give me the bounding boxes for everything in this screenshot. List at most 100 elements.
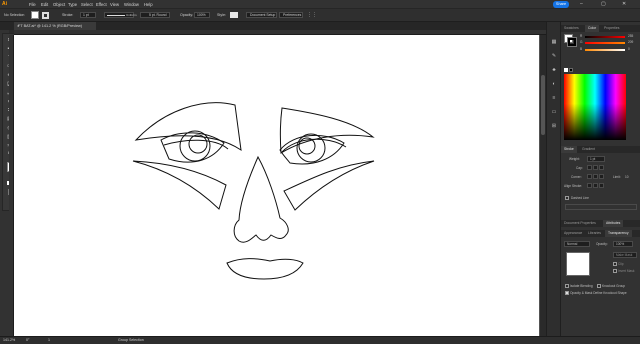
transparency-opacity-input[interactable]: 100% bbox=[613, 241, 633, 247]
artboard[interactable] bbox=[14, 35, 539, 336]
face-illustration[interactable] bbox=[14, 35, 539, 336]
isolate-blending-checkbox[interactable] bbox=[565, 284, 569, 288]
black-swatch[interactable] bbox=[569, 68, 573, 72]
invert-mask-checkbox[interactable] bbox=[613, 269, 617, 273]
tab-color[interactable]: Color bbox=[585, 25, 600, 32]
menu-object[interactable]: Object bbox=[53, 2, 65, 7]
color-b-value[interactable]: 0 bbox=[628, 47, 630, 51]
white-swatch[interactable] bbox=[564, 68, 568, 72]
status-mode: Group Selection bbox=[118, 338, 144, 342]
blend-mode-dropdown[interactable]: Normal bbox=[564, 241, 590, 247]
attributes-panel-tabs: Document Properties Attributes bbox=[561, 220, 640, 227]
menu-window[interactable]: Window bbox=[124, 2, 139, 7]
left-eye-lid bbox=[163, 139, 229, 150]
fill-swatch[interactable] bbox=[31, 11, 39, 19]
artboard-number[interactable]: 1 bbox=[48, 338, 50, 342]
zoom-level[interactable]: 141.2% bbox=[3, 338, 15, 342]
menu-edit[interactable]: Edit bbox=[41, 2, 48, 7]
maximize-icon[interactable]: ▢ bbox=[601, 1, 606, 7]
layers-panel-icon[interactable]: ≡ bbox=[550, 94, 558, 102]
clip-checkbox[interactable] bbox=[613, 262, 617, 266]
tab-attributes[interactable]: Attributes bbox=[603, 220, 624, 227]
transparency-opacity-label: Opacity: bbox=[596, 242, 608, 246]
style-label: Style: bbox=[217, 13, 226, 17]
color-spectrum[interactable] bbox=[564, 74, 626, 140]
brushes-panel-icon[interactable]: ✎ bbox=[550, 52, 558, 60]
align-stroke-label: Align Stroke: bbox=[564, 184, 583, 188]
tab-swatches[interactable]: Swatches bbox=[561, 25, 582, 32]
color-g-value[interactable]: 209 bbox=[628, 40, 633, 44]
color-r-slider[interactable] bbox=[585, 36, 625, 38]
tab-document-properties[interactable]: Document Properties bbox=[561, 220, 599, 227]
tab-properties[interactable]: Properties bbox=[601, 25, 622, 32]
control-bar bbox=[0, 9, 640, 22]
round-cap-button[interactable] bbox=[593, 165, 598, 170]
scroll-thumb[interactable] bbox=[541, 75, 545, 135]
opacity-mask-knockout-checkbox[interactable] bbox=[565, 291, 569, 295]
invert-mask-label: Invert Mask bbox=[618, 269, 635, 273]
color-g-slider[interactable] bbox=[585, 42, 625, 44]
cap-label: Cap: bbox=[576, 166, 583, 170]
limit-value[interactable]: 10 bbox=[625, 175, 629, 179]
opacity-field[interactable]: 100% bbox=[194, 12, 210, 18]
rotation-value[interactable]: 0° bbox=[26, 338, 29, 342]
bevel-join-button[interactable] bbox=[599, 174, 604, 179]
close-icon[interactable]: ✕ bbox=[622, 1, 626, 7]
libraries-panel-icon[interactable]: ⊞ bbox=[550, 122, 558, 130]
menu-view[interactable]: View bbox=[110, 2, 119, 7]
color-r-value[interactable]: 255 bbox=[628, 34, 633, 38]
miter-join-button[interactable] bbox=[587, 174, 592, 179]
status-bar: 141.2% 0° 1 Group Selection bbox=[0, 336, 640, 344]
document-close-icon[interactable]: × bbox=[17, 22, 20, 30]
corner-label: Corner: bbox=[571, 175, 582, 179]
projecting-cap-button[interactable] bbox=[599, 165, 604, 170]
nose bbox=[233, 155, 289, 243]
graphic-style-swatch[interactable] bbox=[230, 12, 238, 18]
align-center-button[interactable] bbox=[587, 183, 592, 188]
opacity-mask-knockout-label: Opacity & Mask Define Knockout Shape bbox=[570, 291, 627, 295]
dash-gap-fields[interactable] bbox=[565, 204, 637, 210]
right-cheek-shape bbox=[283, 160, 375, 211]
align-inside-button[interactable] bbox=[593, 183, 598, 188]
stroke-weight-field[interactable]: 1 pt bbox=[80, 12, 96, 18]
arrange-documents-icon[interactable]: ⋮⋮ bbox=[307, 12, 317, 18]
tab-gradient[interactable]: Gradient bbox=[579, 146, 598, 153]
minimize-icon[interactable]: – bbox=[580, 1, 583, 7]
align-outside-button[interactable] bbox=[599, 183, 604, 188]
menu-select[interactable]: Select bbox=[81, 2, 93, 7]
graphic-styles-panel-icon[interactable]: ◐ bbox=[550, 80, 558, 88]
color-b-label: B bbox=[580, 47, 583, 51]
stroke-weight-label: Weight: bbox=[569, 157, 580, 161]
stroke-swatch[interactable] bbox=[42, 12, 49, 19]
symbols-panel-icon[interactable]: ♣ bbox=[550, 66, 558, 74]
variable-width-profile[interactable]: Uniform bbox=[104, 12, 137, 18]
tab-transparency[interactable]: Transparency bbox=[605, 230, 632, 237]
menu-file[interactable]: File bbox=[29, 2, 36, 7]
color-b-slider[interactable] bbox=[585, 49, 625, 51]
knockout-group-checkbox[interactable] bbox=[597, 284, 601, 288]
round-join-button[interactable] bbox=[593, 174, 598, 179]
tab-libraries[interactable]: Libraries bbox=[585, 230, 604, 237]
artboards-panel-icon[interactable]: ▭ bbox=[550, 108, 558, 116]
butt-cap-button[interactable] bbox=[587, 165, 592, 170]
limit-label: Limit: bbox=[613, 175, 621, 179]
dashed-line-checkbox[interactable] bbox=[565, 196, 569, 200]
tab-appearance[interactable]: Appearance bbox=[561, 230, 585, 237]
clip-label: Clip bbox=[618, 262, 624, 266]
color-stroke-box[interactable] bbox=[567, 37, 577, 47]
menu-effect[interactable]: Effect bbox=[96, 2, 107, 7]
left-iris-inner bbox=[188, 134, 208, 154]
menu-help[interactable]: Help bbox=[144, 2, 153, 7]
tab-stroke[interactable]: Stroke bbox=[561, 146, 577, 153]
document-tab[interactable]: FT BAT.ai* @ 141.2 % (RGB/Preview) bbox=[14, 22, 96, 30]
document-setup-button[interactable]: Document Setup bbox=[246, 12, 277, 18]
brush-definition[interactable]: 5 pt. Round bbox=[140, 12, 170, 18]
menu-type[interactable]: Type bbox=[68, 2, 77, 7]
share-button[interactable]: Share bbox=[553, 1, 569, 8]
preferences-button[interactable]: Preferences bbox=[279, 12, 303, 18]
right-panel-dock: Swatches Color Properties R 255 G 209 B … bbox=[560, 22, 640, 336]
stroke-weight-input[interactable]: 1 pt bbox=[587, 156, 605, 162]
swatches-panel-icon[interactable]: ▦ bbox=[550, 38, 558, 46]
make-mask-button[interactable]: Make Mask bbox=[613, 252, 637, 258]
selection-status: No Selection bbox=[4, 13, 25, 17]
